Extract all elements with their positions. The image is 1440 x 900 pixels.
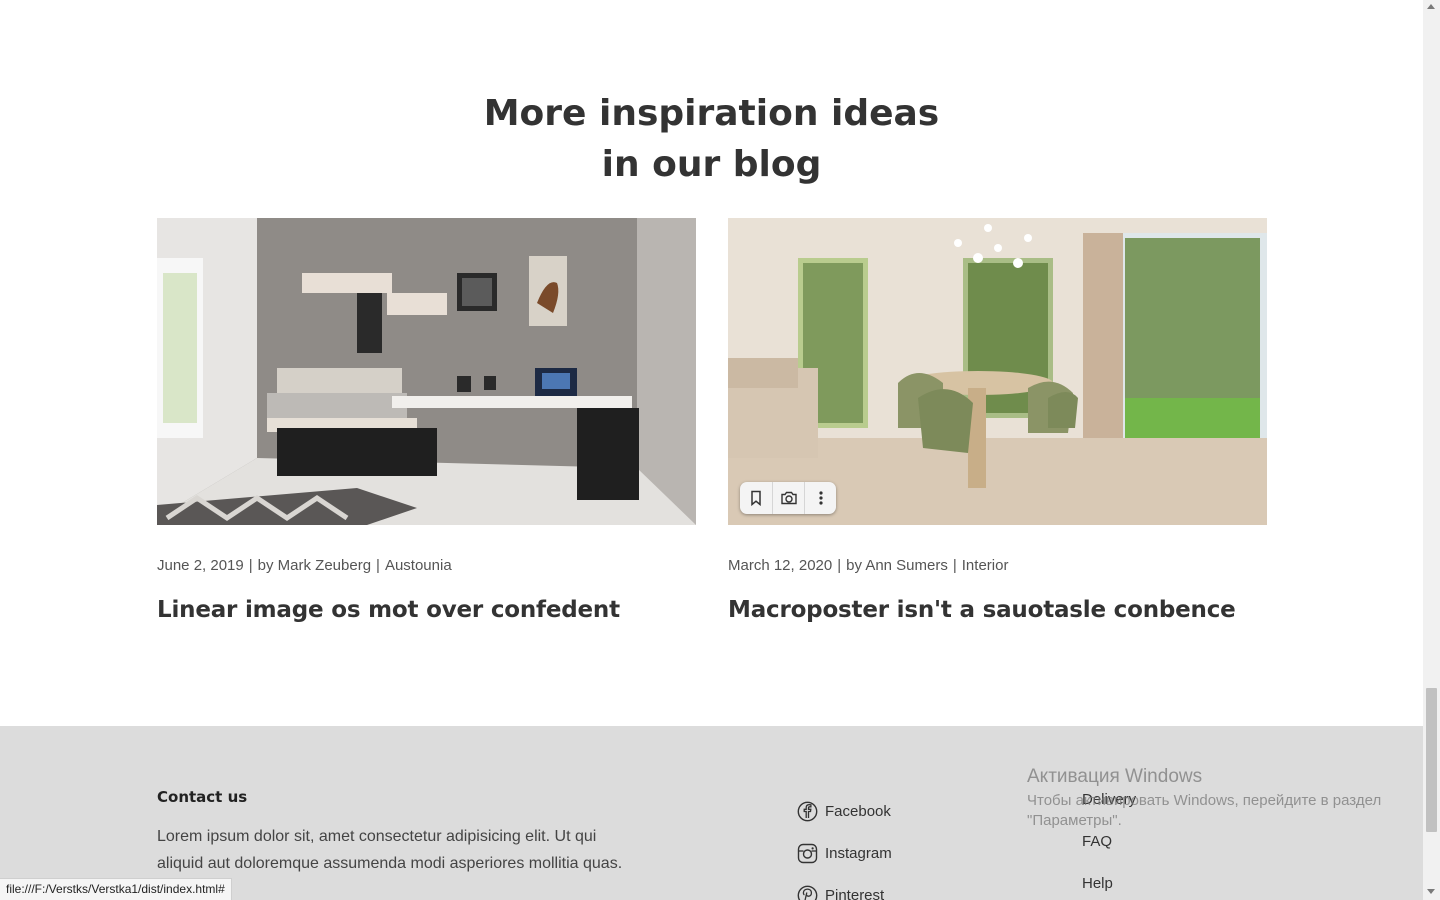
social-link-facebook[interactable]: Facebook	[796, 790, 892, 832]
blog-card-title[interactable]: Linear image os mot over confedent	[157, 595, 696, 625]
image-toolbar	[740, 482, 836, 514]
footer-link-help[interactable]: Help	[1082, 874, 1136, 900]
meta-separator: |	[952, 557, 957, 574]
footer-links: Delivery FAQ Help	[1082, 790, 1136, 900]
blog-card-meta: March 12, 2020 | by Ann Sumers | Interior	[728, 557, 1267, 575]
camera-search-icon[interactable]	[772, 482, 804, 514]
pinterest-icon	[796, 884, 818, 900]
meta-separator: |	[248, 557, 253, 574]
post-date: June 2, 2019	[157, 557, 244, 574]
vertical-scrollbar[interactable]	[1423, 0, 1440, 900]
social-link-instagram[interactable]: Instagram	[796, 832, 892, 874]
scrollbar-thumb[interactable]	[1426, 688, 1437, 832]
footer-link-delivery[interactable]: Delivery	[1082, 790, 1136, 832]
blog-section-title: More inspiration ideas in our blog	[0, 88, 1423, 190]
social-link-pinterest[interactable]: Pinterest	[796, 874, 892, 900]
footer: Contact us Lorem ipsum dolor sit, amet c…	[0, 726, 1423, 900]
meta-separator: |	[837, 557, 842, 574]
bedroom-with-desk-photo	[157, 218, 696, 525]
bookmark-icon[interactable]	[740, 482, 772, 514]
blog-card[interactable]: June 2, 2019 | by Mark Zeuberg | Austounia L…	[157, 218, 696, 625]
post-date: March 12, 2020	[728, 557, 833, 574]
scroll-up-arrow-icon[interactable]	[1427, 4, 1435, 9]
instagram-icon	[796, 842, 818, 864]
facebook-icon	[796, 800, 818, 822]
post-author[interactable]: by Ann Sumers	[846, 557, 948, 574]
contact-text: Lorem ipsum dolor sit, amet consectetur …	[157, 828, 623, 872]
blog-title-line-1: More inspiration ideas	[483, 93, 940, 134]
blog-card-image[interactable]	[728, 218, 1267, 525]
blog-card-image[interactable]	[157, 218, 696, 525]
social-label: Pinterest	[825, 886, 885, 900]
social-links: Facebook Instagram Pinterest	[796, 790, 892, 900]
page: More inspiration ideas in our blog June …	[0, 0, 1423, 900]
post-category[interactable]: Interior	[962, 557, 1009, 574]
footer-link-faq[interactable]: FAQ	[1082, 832, 1136, 874]
blog-card[interactable]: March 12, 2020 | by Ann Sumers | Interior Ma…	[728, 218, 1267, 625]
dining-room-photo	[728, 218, 1267, 525]
contact-heading: Contact us	[157, 788, 248, 806]
social-label: Instagram	[825, 844, 892, 862]
status-bar-url: file:///F:/Verstks/Verstka1/dist/index.h…	[0, 878, 232, 900]
post-author[interactable]: by Mark Zeuberg	[258, 557, 371, 574]
scroll-down-arrow-icon[interactable]	[1427, 889, 1435, 894]
post-category[interactable]: Austounia	[385, 557, 452, 574]
more-vertical-icon[interactable]	[804, 482, 836, 514]
meta-separator: |	[376, 557, 380, 574]
blog-card-meta: June 2, 2019 | by Mark Zeuberg | Austounia	[157, 557, 696, 575]
blog-card-title[interactable]: Macroposter isn't a sauotasle conbence	[728, 595, 1267, 625]
social-label: Facebook	[825, 802, 891, 820]
blog-title-line-2: in our blog	[601, 144, 822, 185]
